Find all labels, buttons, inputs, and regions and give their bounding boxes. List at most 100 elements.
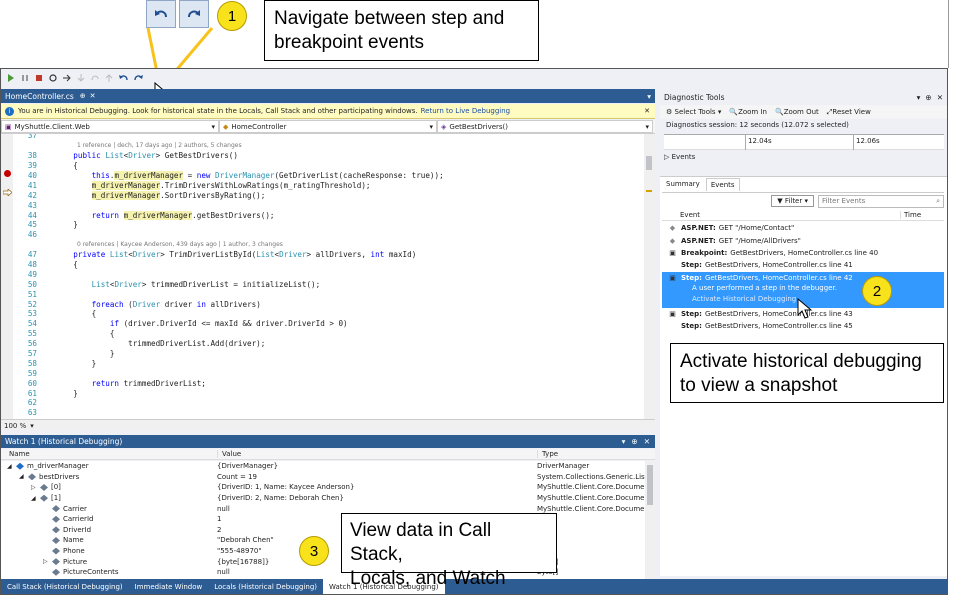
event-text: GetBestDrivers, HomeController.cs line 4… [704, 273, 853, 282]
step-backward-icon[interactable] [119, 74, 128, 82]
expander-icon[interactable]: ◢ [31, 495, 40, 502]
bottom-tab[interactable]: Locals (Historical Debugging) [208, 579, 323, 594]
zoom-out-icon: 🔍 [774, 108, 784, 116]
event-row[interactable]: Step: GetBestDrivers, HomeController.cs l… [662, 259, 944, 271]
code-editor[interactable]: 37 1 reference | dech, 17 days ago | 2 au… [1, 134, 655, 419]
bottom-tab[interactable]: Immediate Window [129, 579, 209, 594]
event-row[interactable]: ▣ Step: GetBestDrivers, HomeController.cs … [662, 272, 944, 284]
bottom-tab[interactable]: Call Stack (Historical Debugging) [1, 579, 129, 594]
select-tools-button[interactable]: ⚙ Select Tools ▾ [666, 108, 721, 116]
breakpoint-icon[interactable] [4, 170, 11, 177]
tab-summary[interactable]: Summary [662, 178, 704, 191]
code-line: 48 { [15, 260, 444, 270]
code-line: 1 reference | dech, 17 days ago | 2 auth… [15, 141, 444, 151]
watch-name: Name [63, 536, 84, 545]
watch-header: Name Value Type [1, 449, 655, 460]
method-dropdown[interactable]: ◈ GetBestDrivers() ▾ [437, 120, 653, 133]
watch-row[interactable]: ▷ [0] {DriverID: 1, Name: Kaycee Anderson}… [1, 482, 645, 493]
expander-icon[interactable]: ◢ [7, 463, 16, 470]
class-dropdown[interactable]: ◆ HomeController ▾ [219, 120, 437, 133]
code-text: List<Driver> trimmedDriverList = initial… [91, 279, 321, 289]
return-to-live-link[interactable]: Return to Live Debugging [421, 107, 511, 115]
expander-icon[interactable]: ▷ [43, 558, 52, 565]
zoom-in-icon: 🔍 [729, 108, 739, 116]
watch-row[interactable]: ◢ [1] {DriverID: 2, Name: Deborah Chen} MyS… [1, 493, 645, 504]
code-line: 59 [15, 368, 444, 378]
watch-name-cell: ◢ bestDrivers [1, 473, 217, 481]
pause-icon[interactable] [21, 74, 29, 82]
diag-menu-icon[interactable]: ▾ [917, 93, 921, 102]
close-tab-icon[interactable]: ✕ [90, 92, 96, 100]
zoom-in-button[interactable]: 🔍Zoom In [729, 108, 767, 116]
editor-scrollbar[interactable] [644, 134, 655, 419]
diag-timeline[interactable]: 12.04s 12.06s [664, 134, 944, 150]
code-line: 43 [15, 200, 444, 210]
event-row[interactable]: Step: GetBestDrivers, HomeController.cs l… [662, 320, 944, 332]
events-header: Event Time [662, 210, 944, 221]
zoom-out-button[interactable]: 🔍Zoom Out [775, 108, 819, 116]
project-dropdown[interactable]: ▣ MyShuttle.Client.Web ▾ [1, 120, 219, 133]
expander-icon[interactable]: ◢ [19, 473, 28, 480]
property-icon [52, 505, 60, 513]
editor-tab[interactable]: HomeController.cs ⊕ ✕ ▾ [1, 89, 655, 103]
code-text: this.m_driverManager = new DriverManager… [91, 171, 444, 180]
code-text: { [55, 309, 97, 319]
code-line: 57 } [15, 349, 444, 359]
diag-close-icon[interactable]: ✕ [937, 93, 943, 102]
watch-close-icon[interactable]: ✕ [644, 437, 650, 446]
watch-menu-icon[interactable]: ▾ [622, 437, 626, 446]
step-into-icon[interactable] [77, 74, 85, 82]
event-label: Step: [681, 322, 702, 331]
event-text: GET "/Home/AllDrivers" [718, 236, 801, 245]
diag-pin-icon[interactable]: ⊕ [925, 93, 931, 102]
big-step-forward-button[interactable] [179, 0, 209, 28]
events-section-header[interactable]: ▷ Events [664, 153, 695, 161]
big-step-back-button[interactable] [146, 0, 176, 28]
filter-button[interactable]: ▼ Filter ▾ [771, 195, 814, 207]
events-col-time[interactable]: Time [900, 211, 921, 219]
snapshot-camera-icon: ▣ [669, 309, 676, 318]
step-over-icon[interactable] [91, 74, 99, 82]
continue-icon[interactable] [7, 74, 15, 82]
diag-tabs: Summary Events [662, 178, 740, 191]
code-text: { [55, 329, 115, 339]
watch-scroll-thumb[interactable] [647, 465, 653, 505]
watch-pin-icon[interactable]: ⊕ [631, 437, 637, 446]
restart-icon[interactable] [49, 74, 57, 82]
aspnet-event-icon: ◆ [669, 224, 676, 233]
watch-row[interactable]: ◢ bestDrivers Count = 19 System.Collections… [1, 472, 645, 483]
step-out-icon[interactable] [105, 74, 113, 82]
event-label: Step: [681, 309, 702, 318]
pin-icon[interactable]: ⊕ [80, 92, 86, 100]
watch-name: Picture [63, 557, 88, 566]
info-bar-close-icon[interactable]: ✕ [644, 107, 655, 115]
tab-dropdown-icon[interactable]: ▾ [647, 92, 655, 101]
watch-name-cell: CarrierId [1, 515, 217, 523]
show-next-statement-icon[interactable] [63, 74, 71, 82]
stop-icon[interactable] [35, 74, 43, 82]
reset-view-button[interactable]: ⤢Reset View [827, 108, 871, 117]
watch-name: m_driverManager [27, 462, 89, 471]
aspnet-event-icon: ◆ [669, 236, 676, 245]
filter-events-input[interactable]: Filter Events ⌕ [818, 194, 944, 208]
watch-row[interactable]: ◢ m_driverManager {DriverManager} DriverMan… [1, 461, 645, 472]
line-number: 45 [27, 220, 37, 230]
event-row[interactable]: ▣ Breakpoint: GetBestDrivers, HomeControll… [662, 247, 944, 259]
watch-col-name[interactable]: Name [1, 450, 217, 458]
watch-col-type[interactable]: Type [537, 450, 645, 458]
expander-icon[interactable]: ▷ [31, 484, 40, 491]
event-row[interactable]: ◆ ASP.NET: GET "/Home/AllDrivers" [662, 234, 944, 246]
mouse-cursor-events-icon [797, 298, 813, 319]
code-line: 60 return trimmedDriverList; [15, 378, 444, 388]
watch-scrollbar[interactable] [645, 461, 655, 579]
code-line: 56 trimmedDriverList.Add(driver); [15, 339, 444, 349]
zoom-level[interactable]: 100 % [4, 422, 26, 430]
events-col-event[interactable]: Event [662, 211, 900, 219]
info-icon: i [5, 106, 14, 116]
watch-name: PictureContents [63, 568, 119, 577]
watch-col-value[interactable]: Value [217, 450, 537, 458]
watch-type: MyShuttle.Client.Core.Docume [537, 504, 645, 513]
tab-events[interactable]: Events [705, 178, 740, 191]
event-row[interactable]: ◆ ASP.NET: GET "/Home/Contact" [662, 222, 944, 234]
step-forward-small-icon[interactable] [134, 74, 143, 82]
